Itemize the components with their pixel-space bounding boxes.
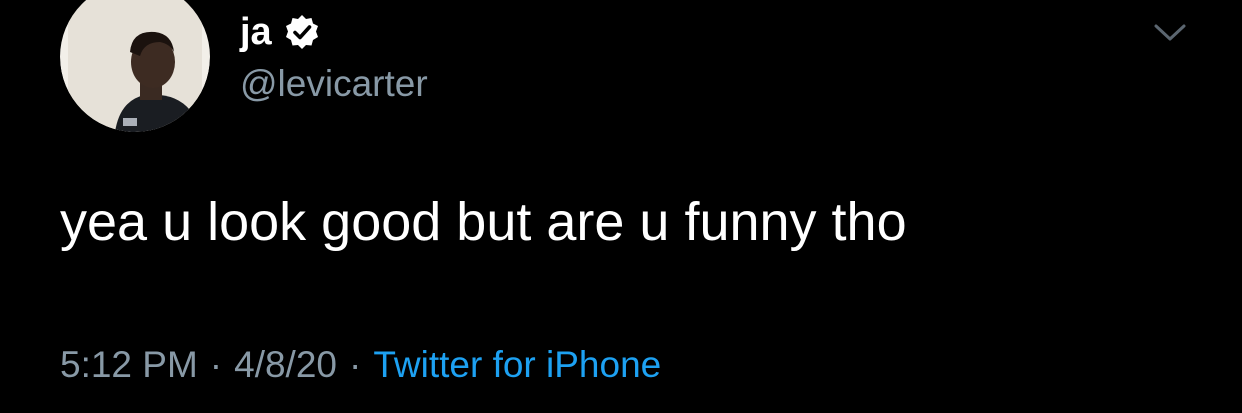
- chevron-down-icon[interactable]: [1150, 18, 1190, 46]
- avatar[interactable]: [60, 0, 210, 132]
- tweet-text: yea u look good but are u funny tho: [60, 192, 907, 252]
- tweet-meta: 5:12 PM · 4/8/20 · Twitter for iPhone: [60, 340, 661, 390]
- verified-badge-icon: [284, 14, 320, 50]
- tweet-date[interactable]: 4/8/20: [234, 344, 337, 385]
- tweet-time[interactable]: 5:12 PM: [60, 344, 198, 385]
- author-name-row: ja: [240, 8, 320, 56]
- author-handle[interactable]: @levicarter: [240, 60, 428, 108]
- tweet-card: ja @levicarter yea u look good but are u…: [0, 0, 1242, 413]
- author-display-name[interactable]: ja: [240, 8, 272, 56]
- meta-separator: ·: [209, 344, 223, 385]
- meta-separator: ·: [349, 344, 362, 385]
- tweet-source-link[interactable]: Twitter for iPhone: [373, 344, 661, 385]
